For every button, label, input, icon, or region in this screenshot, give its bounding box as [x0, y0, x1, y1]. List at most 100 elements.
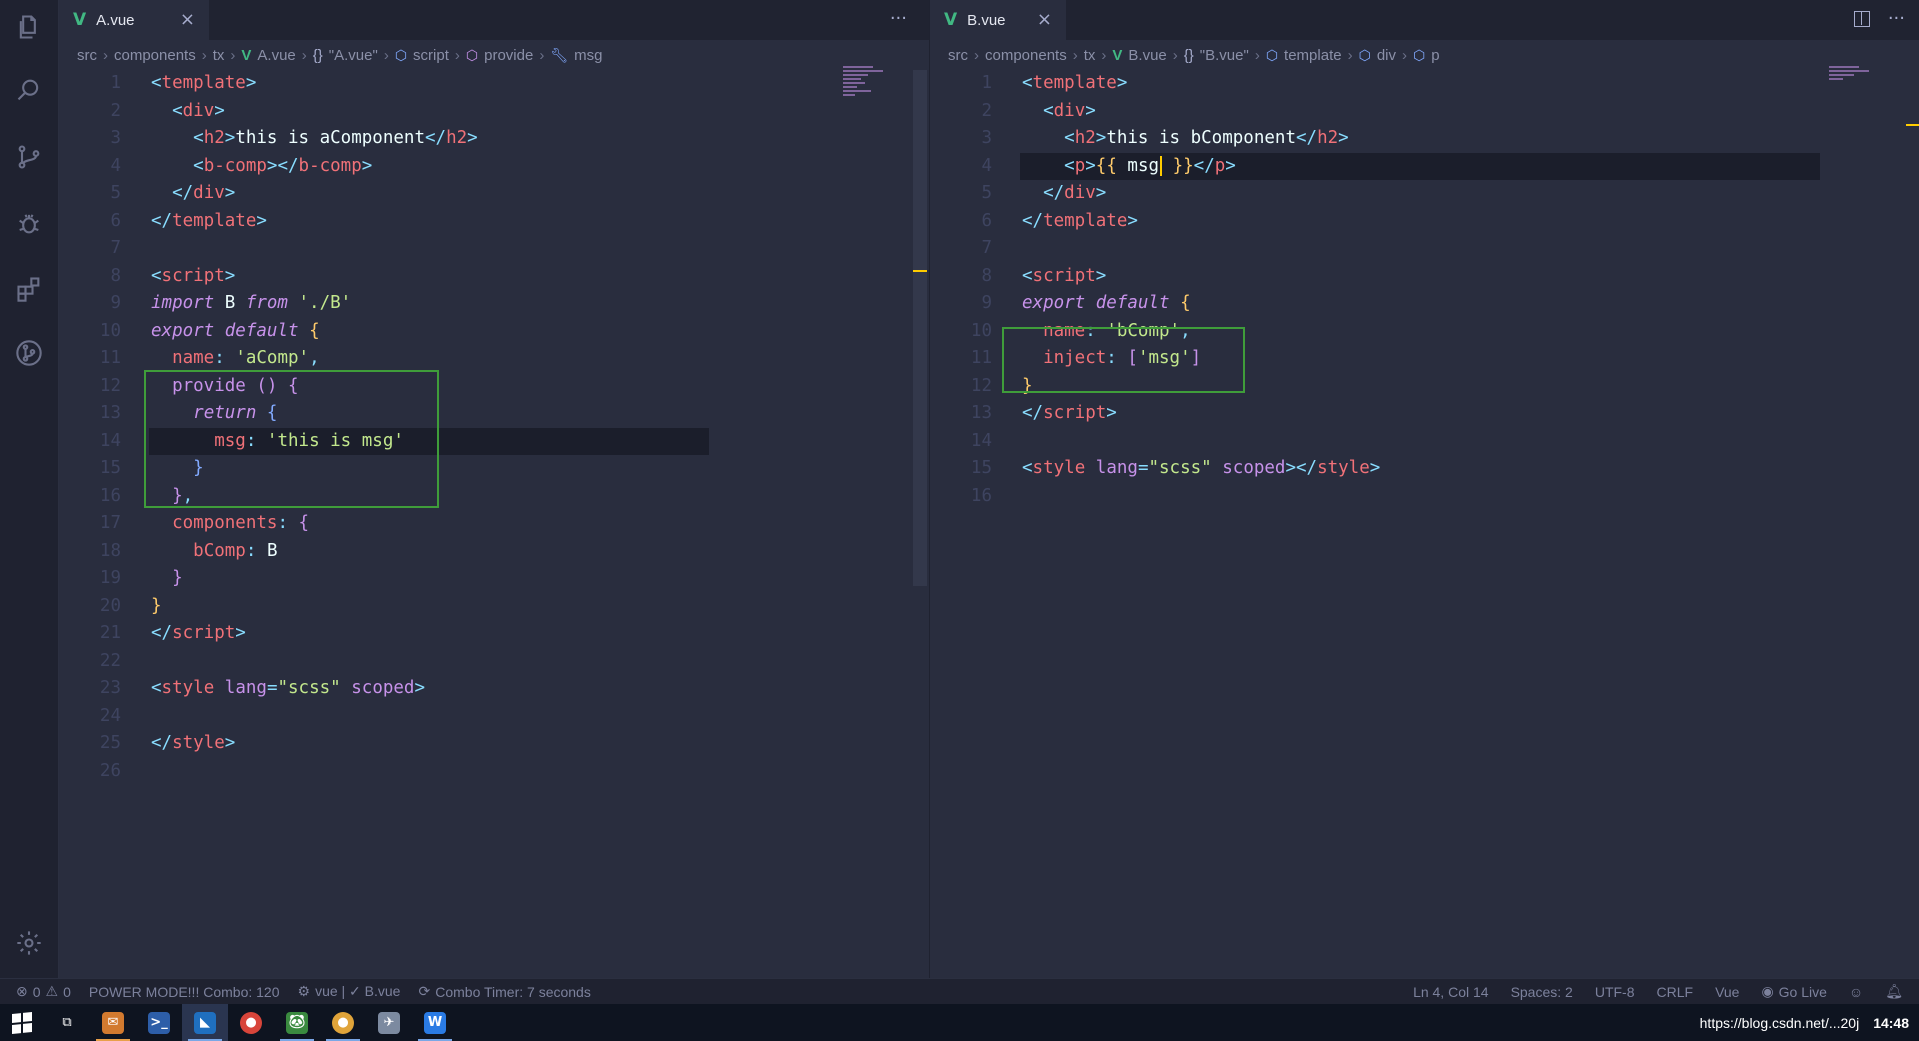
breadcrumb-item[interactable]: p — [1431, 47, 1439, 64]
task-view-icon[interactable]: ⧉ — [44, 1004, 90, 1041]
tab-label: B.vue — [967, 11, 1006, 29]
scrollbar[interactable] — [913, 70, 927, 586]
sync-icon: ⟳ — [418, 983, 431, 999]
line-number: 9 — [981, 293, 992, 313]
indentation[interactable]: Spaces: 2 — [1511, 984, 1573, 1000]
breadcrumb-item[interactable]: B.vue — [1128, 47, 1166, 64]
notifications-bell-icon[interactable]: 🔔︎ — [1885, 983, 1903, 1000]
go-live-button[interactable]: ◉ Go Live — [1761, 983, 1826, 1000]
breadcrumb-item[interactable]: tx — [213, 47, 225, 64]
vue-icon: V — [1112, 46, 1123, 64]
line-number: 7 — [110, 238, 121, 258]
wrench-icon: 🔧︎ — [550, 46, 569, 63]
breadcrumb-item[interactable]: "B.vue" — [1200, 47, 1249, 64]
breadcrumb-item[interactable]: src — [77, 47, 97, 64]
more-actions-icon[interactable]: ··· — [890, 8, 907, 29]
line-number: 21 — [99, 623, 121, 643]
panda-app-icon[interactable]: 🐼︎ — [274, 1004, 320, 1041]
breadcrumb-item[interactable]: div — [1377, 47, 1396, 64]
windows-taskbar: ⧉ ✉ >_ ◣ ● 🐼︎ ● ✈ W https://blog.csdn.ne… — [0, 1004, 1919, 1041]
minimap[interactable] — [843, 66, 903, 98]
line-number: 9 — [110, 293, 121, 313]
tray-url-text: https://blog.csdn.net/...20j — [1699, 1014, 1860, 1031]
code-editor-right[interactable]: 1 <template> 2 <div> 3 <h2>this is bCompo… — [930, 70, 1919, 510]
cube-icon: ⬡ — [1358, 46, 1371, 63]
tab-b-vue[interactable]: V B.vue × — [930, 0, 1066, 40]
breadcrumb-item[interactable]: A.vue — [257, 47, 295, 64]
split-editor-icon[interactable] — [1853, 11, 1870, 27]
vue-icon: V — [241, 46, 252, 64]
breadcrumb-item[interactable]: src — [948, 47, 968, 64]
warning-icon: ⚠ — [45, 983, 59, 999]
search-icon[interactable] — [14, 75, 44, 105]
feedback-icon[interactable]: ☺ — [1849, 984, 1863, 1000]
breadcrumb-item[interactable]: "A.vue" — [329, 47, 378, 64]
code-editor-left[interactable]: 1 <template> 2 <div> 3 <h2>this is aCompo… — [59, 70, 929, 785]
breadcrumb-item[interactable]: provide — [484, 47, 533, 64]
breadcrumb-item[interactable]: components — [985, 47, 1067, 64]
vue-icon: V — [73, 10, 87, 30]
power-mode-status[interactable]: POWER MODE!!! Combo: 120 — [89, 984, 280, 1000]
line-number: 1 — [110, 73, 121, 93]
status-bar: ⊗ 0 ⚠ 0 POWER MODE!!! Combo: 120 ⚙ vue | ✓ … — [0, 978, 1919, 1004]
breadcrumb-item[interactable]: tx — [1084, 47, 1096, 64]
line-number: 15 — [99, 458, 121, 478]
settings-gear-icon[interactable] — [14, 928, 44, 958]
wechat-icon[interactable]: ✉ — [90, 1004, 136, 1041]
encoding[interactable]: UTF-8 — [1595, 984, 1635, 1000]
cube-icon: ⬡ — [1265, 46, 1279, 63]
line-number: 4 — [110, 155, 121, 176]
line-number: 26 — [99, 760, 121, 781]
cube-icon: ⬡ — [465, 46, 479, 63]
line-number: 10 — [99, 320, 121, 341]
chrome-icon-2[interactable]: ● — [320, 1004, 366, 1041]
more-actions-icon[interactable]: ··· — [1888, 8, 1905, 29]
powershell-icon[interactable]: >_ — [136, 1004, 182, 1041]
breadcrumb-item[interactable]: script — [413, 47, 449, 64]
tab-label: A.vue — [96, 11, 135, 29]
breadcrumb: src › components › tx › V A.vue › {} "A.vue" › … — [77, 46, 603, 64]
scroll-marker — [913, 270, 927, 272]
source-control-icon[interactable] — [14, 142, 44, 172]
debug-icon[interactable] — [14, 208, 44, 238]
line-number: 12 — [99, 375, 121, 396]
line-number: 3 — [110, 128, 121, 148]
word-processor-icon[interactable]: W — [412, 1004, 458, 1041]
tab-a-vue[interactable]: V A.vue × — [59, 0, 209, 40]
system-tray: https://blog.csdn.net/...20j 14:48 — [1700, 1015, 1919, 1031]
line-number: 8 — [981, 265, 992, 286]
error-icon: ⊗ — [16, 983, 28, 999]
scroll-marker — [1906, 124, 1919, 126]
close-icon[interactable]: × — [1037, 9, 1052, 30]
app-bird-icon[interactable]: ✈ — [366, 1004, 412, 1041]
breadcrumb-item[interactable]: msg — [574, 47, 602, 64]
annotation-box-provide — [144, 370, 439, 508]
cube-icon: ⬡ — [394, 46, 408, 63]
close-icon[interactable]: × — [180, 9, 195, 30]
line-number: 24 — [99, 705, 121, 726]
git-graph-icon[interactable] — [14, 338, 44, 368]
line-number: 25 — [99, 733, 121, 753]
problems-indicator[interactable]: ⊗ 0 ⚠ 0 — [16, 983, 71, 1000]
line-number: 6 — [110, 210, 121, 231]
line-number: 3 — [981, 128, 992, 148]
breadcrumb: src › components › tx › V B.vue › {} "B.vue" › … — [948, 46, 1440, 64]
clock[interactable]: 14:48 — [1873, 1015, 1909, 1031]
line-number: 12 — [970, 375, 992, 396]
broadcast-icon: ◉ — [1761, 983, 1774, 999]
vscode-icon[interactable]: ◣ — [182, 1004, 228, 1041]
chrome-icon[interactable]: ● — [228, 1004, 274, 1041]
extensions-icon[interactable] — [14, 274, 44, 304]
explorer-icon[interactable] — [14, 12, 44, 42]
cursor-position[interactable]: Ln 4, Col 14 — [1413, 984, 1489, 1000]
breadcrumb-item[interactable]: components — [114, 47, 196, 64]
minimap[interactable] — [1829, 66, 1889, 82]
breadcrumb-item[interactable]: template — [1284, 47, 1342, 64]
line-number: 5 — [110, 183, 121, 203]
windows-start-icon[interactable] — [0, 1004, 44, 1041]
vue-gear-icon: ⚙ — [297, 983, 311, 999]
end-of-line[interactable]: CRLF — [1657, 984, 1694, 1000]
vue-status[interactable]: ⚙ vue | ✓ B.vue — [298, 983, 401, 1000]
language-mode[interactable]: Vue — [1715, 984, 1739, 1000]
combo-timer[interactable]: ⟳ Combo Timer: 7 seconds — [418, 983, 590, 1000]
